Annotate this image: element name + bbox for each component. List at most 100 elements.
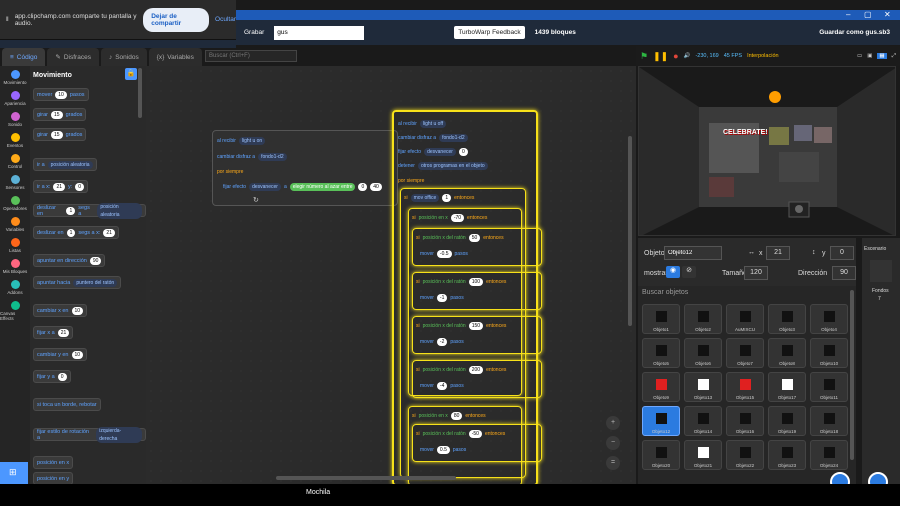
block-value[interactable]: 80 <box>450 412 463 420</box>
block-value[interactable]: 90 <box>89 256 102 265</box>
block-value[interactable]: 21 <box>57 328 70 337</box>
stage-normal-icon[interactable]: ▣ <box>867 53 872 59</box>
sprite-tile[interactable]: Objeto14 <box>684 406 722 436</box>
palette-block[interactable]: ir a posición aleatoria <box>33 158 97 171</box>
sprite-tile[interactable]: Objeto21 <box>684 440 722 470</box>
block-value[interactable]: 0 <box>458 148 468 156</box>
sprite-tile[interactable]: Objeto16 <box>726 406 764 436</box>
block-value[interactable]: -2 <box>436 338 448 346</box>
value[interactable]: 0 <box>358 183 368 191</box>
block-value[interactable]: 1 <box>442 194 452 202</box>
tab-sounds[interactable]: ♪ Sonidos <box>100 48 147 66</box>
palette-block[interactable]: girar 15 grados <box>33 128 87 141</box>
block-value[interactable]: 150 <box>468 322 484 330</box>
random-op[interactable]: elegir número al azar entre <box>289 183 356 191</box>
sprite-tile[interactable]: Objeto24 <box>810 440 848 470</box>
block-value[interactable]: -0.5 <box>436 250 452 258</box>
sprite-tile[interactable]: Objeto13 <box>684 372 722 402</box>
backpack-bar[interactable]: Mochila <box>0 484 900 506</box>
category-11[interactable]: Canvas Effects <box>0 301 30 322</box>
message-dropdown[interactable]: light u on <box>238 137 266 145</box>
block-value[interactable]: 100 <box>468 278 484 286</box>
sprite-tile[interactable]: Objeto18 <box>810 406 848 436</box>
block-dropdown[interactable]: izquierda-derecha <box>96 426 142 443</box>
block-dropdown[interactable]: mov office <box>410 194 440 202</box>
sprite-tile[interactable]: Objeto17 <box>768 372 806 402</box>
category-6[interactable]: Operadores <box>0 196 30 217</box>
block-value[interactable]: 10 <box>71 350 84 359</box>
block-dropdown[interactable]: fondo1-d2 <box>439 134 468 142</box>
block-value[interactable]: 10 <box>55 90 67 99</box>
pause-icon[interactable]: ❚❚ <box>653 51 668 62</box>
block-value[interactable]: 1 <box>66 206 76 215</box>
category-5[interactable]: Sensores <box>0 175 30 196</box>
value[interactable]: 40 <box>370 183 382 191</box>
save-button[interactable]: Guardar como gus.sb3 <box>819 29 890 36</box>
script-block[interactable]: fijar efecto desvanecer 0 <box>398 148 468 156</box>
sprite-tile[interactable]: Objeto2 <box>684 304 722 334</box>
stage-large-icon[interactable]: ▦ <box>877 53 887 59</box>
script-block[interactable]: si posición x del ratón 150 entonces <box>416 322 506 330</box>
sprite-tile[interactable]: Objeto7 <box>726 338 764 368</box>
sprite-name-input[interactable] <box>664 246 722 260</box>
tab-costumes[interactable]: ✎ Disfraces <box>47 48 99 66</box>
palette-block[interactable]: fijar y a0 <box>33 370 71 383</box>
green-flag-icon[interactable]: ⚑ <box>640 51 648 62</box>
block-value[interactable]: 15 <box>51 130 63 139</box>
maximize-icon[interactable]: ▢ <box>864 10 872 19</box>
block-value[interactable]: -1 <box>436 294 448 302</box>
script-block[interactable]: mover -1 pasos <box>420 294 464 302</box>
palette-block[interactable]: girar 15 grados <box>33 108 87 121</box>
palette-block[interactable]: deslizar en 1 segs a x: 21 <box>33 226 119 239</box>
script-block[interactable]: mover 0.5 pasos <box>420 446 466 454</box>
size-input[interactable]: 120 <box>744 266 768 280</box>
sprite-tile[interactable]: Objeto5 <box>642 338 680 368</box>
volume-icon[interactable]: 🔊 <box>684 53 691 59</box>
block-dropdown[interactable]: posición aleatoria <box>47 160 93 169</box>
block-value[interactable]: 10 <box>71 306 84 315</box>
sprite-tile[interactable]: Objeto20 <box>642 440 680 470</box>
sprite-tile[interactable]: Objeto12 <box>642 406 680 436</box>
category-3[interactable]: Eventos <box>0 133 30 154</box>
category-1[interactable]: Apariencia <box>0 91 30 112</box>
category-2[interactable]: Sonido <box>0 112 30 133</box>
project-name-input[interactable] <box>274 25 365 40</box>
script-block[interactable]: mover -2 pasos <box>420 338 464 346</box>
stage-small-icon[interactable]: ▭ <box>857 53 862 59</box>
block-dropdown[interactable]: posición aleatoria <box>97 202 142 219</box>
script-block[interactable]: por siempre <box>398 178 424 184</box>
sprite-tile[interactable]: Objeto10 <box>810 338 848 368</box>
block-value[interactable]: 1 <box>66 228 76 237</box>
sprite-tile[interactable]: Objeto1 <box>642 304 680 334</box>
sprite-tile[interactable]: Objeto4 <box>810 304 848 334</box>
block-dropdown[interactable]: puntero del ratón <box>73 278 118 287</box>
block-value[interactable]: 0.5 <box>436 446 450 454</box>
workspace-vscroll[interactable] <box>628 136 632 326</box>
add-extension-button[interactable]: ⊞ <box>0 462 28 484</box>
tab-variables[interactable]: {x} Variables <box>148 48 202 66</box>
hide-eye-icon[interactable]: ⊘ <box>682 266 696 278</box>
x-input[interactable]: 21 <box>766 246 790 260</box>
category-8[interactable]: Listas <box>0 238 30 259</box>
script-block[interactable]: al recibir light u off <box>398 120 447 128</box>
stop-icon[interactable]: ● <box>673 51 678 61</box>
script-block[interactable]: si posición en x 80 entonces <box>412 412 486 420</box>
workspace-hscroll[interactable] <box>276 476 456 480</box>
block-value[interactable]: -70 <box>450 214 465 222</box>
palette-block[interactable]: si toca un borde, rebotar <box>33 398 101 411</box>
script-block[interactable]: mover -4 pasos <box>420 382 464 390</box>
block-value[interactable]: 21 <box>53 182 66 191</box>
zoom-in-icon[interactable]: + <box>606 416 620 430</box>
block-value[interactable]: 0 <box>75 182 85 191</box>
category-4[interactable]: Control <box>0 154 30 175</box>
script-block[interactable]: si posición x del ratón 50 entonces <box>416 234 504 242</box>
block-value[interactable]: 0 <box>57 372 67 381</box>
zoom-out-icon[interactable]: − <box>606 436 620 450</box>
sprite-tile[interactable]: Objeto11 <box>810 372 848 402</box>
palette-block[interactable]: apuntar hacia puntero del ratón <box>33 276 122 289</box>
script-light-on[interactable]: al recibir light u on cambiar disfraz a fo… <box>212 130 398 206</box>
palette-block[interactable]: fijar estilo de rotación a izquierda-dere… <box>33 426 146 443</box>
palette-block[interactable]: cambiar x en 10 <box>33 304 88 317</box>
effect-dropdown[interactable]: desvanecer <box>249 183 281 191</box>
lock-icon[interactable]: 🔒 <box>125 68 137 80</box>
